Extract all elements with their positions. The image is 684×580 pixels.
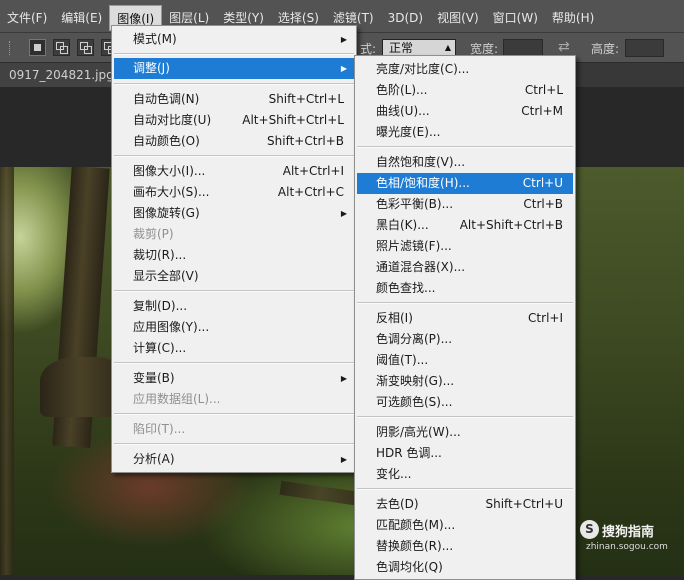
height-field[interactable] xyxy=(625,39,664,57)
menu-item-levels[interactable]: 色阶(L)... Ctrl+L xyxy=(357,80,573,101)
menu-separator xyxy=(114,413,354,415)
menu-item-duplicate[interactable]: 复制(D)... xyxy=(114,296,354,317)
menu-separator xyxy=(114,53,354,55)
menu-separator xyxy=(114,362,354,364)
menu-item-analysis[interactable]: 分析(A) ▶ xyxy=(114,449,354,470)
menu-item-color-balance[interactable]: 色彩平衡(B)... Ctrl+B xyxy=(357,194,573,215)
menu-separator xyxy=(357,416,573,418)
menu-item-invert[interactable]: 反相(I) Ctrl+I xyxy=(357,308,573,329)
menu-item-desaturate[interactable]: 去色(D) Shift+Ctrl+U xyxy=(357,494,573,515)
image-menu: 模式(M) ▶ 调整(J) ▶ 自动色调(N) Shift+Ctrl+L 自动对比度(… xyxy=(111,25,357,473)
add-selection-button[interactable] xyxy=(53,39,70,56)
menu-separator xyxy=(114,83,354,85)
adjustments-submenu: 亮度/对比度(C)... 色阶(L)... Ctrl+L 曲线(U)... Ctrl… xyxy=(354,55,576,580)
menu-item-posterize[interactable]: 色调分离(P)... xyxy=(357,329,573,350)
menu-item-selective-color[interactable]: 可选颜色(S)... xyxy=(357,392,573,413)
menu-separator xyxy=(114,290,354,292)
menu-item-hdr-toning[interactable]: HDR 色调... xyxy=(357,443,573,464)
subtract-selection-button[interactable] xyxy=(77,39,94,56)
menu-item-calculations[interactable]: 计算(C)... xyxy=(114,338,354,359)
menu-window[interactable]: 窗口(W) xyxy=(486,5,545,31)
menu-item-canvas-size[interactable]: 画布大小(S)... Alt+Ctrl+C xyxy=(114,182,354,203)
menu-item-mode[interactable]: 模式(M) ▶ xyxy=(114,29,354,50)
swap-icon[interactable]: ⇄ xyxy=(558,39,570,55)
menu-item-image-size[interactable]: 图像大小(I)... Alt+Ctrl+I xyxy=(114,161,354,182)
menu-item-gradient-map[interactable]: 渐变映射(G)... xyxy=(357,371,573,392)
menu-view[interactable]: 视图(V) xyxy=(430,5,486,31)
watermark-url: zhinan.sogou.com xyxy=(586,542,668,552)
menu-item-auto-color[interactable]: 自动颜色(O) Shift+Ctrl+B xyxy=(114,131,354,152)
menu-item-hue-saturation[interactable]: 色相/饱和度(H)... Ctrl+U xyxy=(357,173,573,194)
menu-item-apply-data-set: 应用数据组(L)... xyxy=(133,392,221,406)
updown-arrow-icon: ▲ xyxy=(444,43,451,52)
submenu-arrow-icon: ▶ xyxy=(340,374,347,383)
menu-file[interactable]: 文件(F) xyxy=(0,5,54,31)
menu-item-variables[interactable]: 变量(B) ▶ xyxy=(114,368,354,389)
sogou-logo-icon: S xyxy=(580,520,599,539)
menu-item-variations[interactable]: 变化... xyxy=(357,464,573,485)
menu-item-shadows-highlights[interactable]: 阴影/高光(W)... xyxy=(357,422,573,443)
menu-item-crop: 裁剪(P) xyxy=(133,227,174,241)
menu-item-color-lookup[interactable]: 颜色查找... xyxy=(357,278,573,299)
menu-separator xyxy=(114,443,354,445)
menu-help[interactable]: 帮助(H) xyxy=(545,5,601,31)
sogou-watermark: S 搜狗指南 zhinan.sogou.com xyxy=(580,520,680,570)
height-label: 高度: xyxy=(591,42,620,56)
menu-item-reveal-all[interactable]: 显示全部(V) xyxy=(114,266,354,287)
menu-item-replace-color[interactable]: 替换颜色(R)... xyxy=(357,536,573,557)
new-selection-button[interactable] xyxy=(29,39,46,56)
menu-item-vibrance[interactable]: 自然饱和度(V)... xyxy=(357,152,573,173)
menu-item-channel-mixer[interactable]: 通道混合器(X)... xyxy=(357,257,573,278)
submenu-arrow-icon: ▶ xyxy=(340,209,347,218)
menu-item-curves[interactable]: 曲线(U)... Ctrl+M xyxy=(357,101,573,122)
menu-item-auto-tone[interactable]: 自动色调(N) Shift+Ctrl+L xyxy=(114,89,354,110)
menu-item-adjustments[interactable]: 调整(J) ▶ xyxy=(114,58,354,79)
left-trunk xyxy=(0,167,14,575)
menu-item-black-white[interactable]: 黑白(K)... Alt+Shift+Ctrl+B xyxy=(357,215,573,236)
menu-edit[interactable]: 编辑(E) xyxy=(54,5,109,31)
options-grip[interactable] xyxy=(9,41,12,55)
menu-item-match-color[interactable]: 匹配颜色(M)... xyxy=(357,515,573,536)
menu-item-trap: 陷印(T)... xyxy=(133,422,186,436)
menu-3d[interactable]: 3D(D) xyxy=(381,5,430,31)
new-selection-icon xyxy=(34,44,41,51)
menu-item-image-rotation[interactable]: 图像旋转(G) ▶ xyxy=(114,203,354,224)
submenu-arrow-icon: ▶ xyxy=(340,455,347,464)
submenu-arrow-icon: ▶ xyxy=(340,64,347,73)
style-value: 正常 xyxy=(389,41,414,55)
menu-item-auto-contrast[interactable]: 自动对比度(U) Alt+Shift+Ctrl+L xyxy=(114,110,354,131)
menu-item-brightness-contrast[interactable]: 亮度/对比度(C)... xyxy=(357,59,573,80)
menu-item-trim[interactable]: 裁切(R)... xyxy=(114,245,354,266)
submenu-arrow-icon: ▶ xyxy=(340,35,347,44)
menu-item-exposure[interactable]: 曝光度(E)... xyxy=(357,122,573,143)
menu-separator xyxy=(114,155,354,157)
menu-separator xyxy=(357,488,573,490)
menu-item-photo-filter[interactable]: 照片滤镜(F)... xyxy=(357,236,573,257)
menu-separator xyxy=(357,302,573,304)
menu-separator xyxy=(357,146,573,148)
menu-item-threshold[interactable]: 阈值(T)... xyxy=(357,350,573,371)
menu-item-apply-image[interactable]: 应用图像(Y)... xyxy=(114,317,354,338)
watermark-name: 搜狗指南 xyxy=(602,525,655,540)
